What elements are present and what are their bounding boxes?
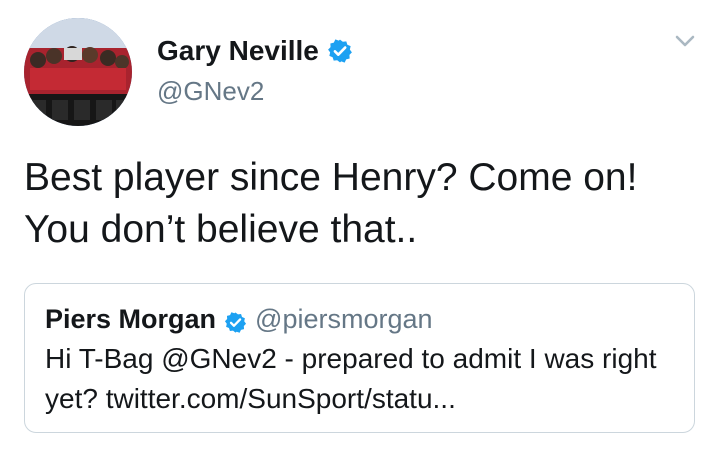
tweet-text: Best player since Henry? Come on! You do… [24,156,638,251]
author-handle[interactable]: @GNev2 [157,76,264,107]
quoted-author-handle: @piersmorgan [255,304,433,334]
quoted-tweet-text: Hi T-Bag @GNev2 - prepared to admit I wa… [45,343,657,414]
chevron-down-icon[interactable] [672,28,698,54]
avatar[interactable] [24,18,132,126]
author-row: Gary Neville [157,34,353,68]
team-photo-image [24,18,132,126]
quoted-author-row: Piers Morgan @piersmorgan [45,302,433,336]
verified-badge-icon [224,308,247,333]
quoted-author-name: Piers Morgan [45,304,217,334]
verified-badge-icon [327,38,353,64]
author-name[interactable]: Gary Neville [157,35,319,67]
quoted-tweet-card[interactable]: Piers Morgan @piersmorgan Hi T-Bag @GNev… [24,283,695,433]
